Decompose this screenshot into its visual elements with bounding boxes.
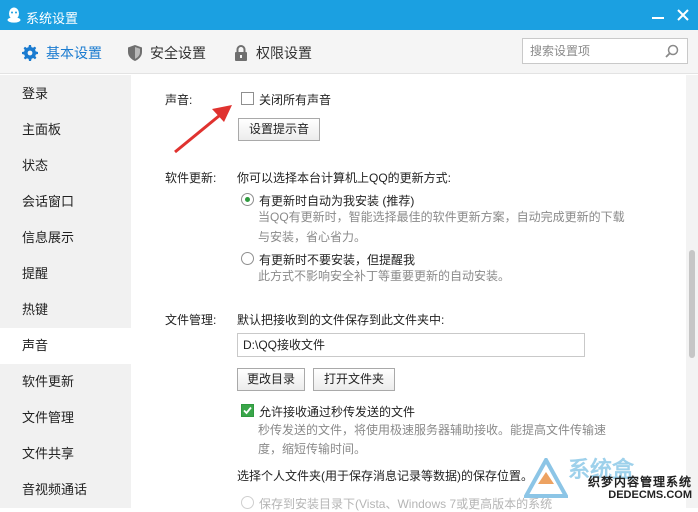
- auto-install-desc-1: 当QQ有更新时，智能选择最佳的软件更新方案，自动完成更新的下载: [258, 210, 625, 224]
- files-intro-text: 默认把接收到的文件保存到此文件夹中:: [237, 313, 445, 327]
- watermark: 系统盒 织梦内容管理系统 DEDECMS.COM: [522, 456, 698, 508]
- mute-all-label[interactable]: 关闭所有声音: [259, 91, 331, 108]
- close-icon[interactable]: [674, 5, 692, 25]
- sidebar-item-av-calls[interactable]: 音视频通话: [0, 472, 131, 508]
- sidebar-item-reminders[interactable]: 提醒: [0, 256, 131, 292]
- title-bar: 系统设置: [0, 0, 698, 30]
- settings-search-box[interactable]: [522, 38, 688, 64]
- sidebar-item-sound[interactable]: 声音: [0, 328, 131, 364]
- sidebar-item-file-management[interactable]: 文件管理: [0, 400, 131, 436]
- sidebar-item-info-display[interactable]: 信息展示: [0, 220, 131, 256]
- tab-label: 基本设置: [46, 45, 102, 61]
- tab-label: 安全设置: [150, 45, 206, 61]
- notify-only-radio[interactable]: [241, 252, 254, 265]
- shield-icon: [128, 45, 142, 61]
- update-section-label: 软件更新:: [165, 171, 217, 185]
- allow-fast-transfer-checkbox[interactable]: [241, 404, 254, 417]
- search-input[interactable]: [523, 39, 661, 63]
- settings-sidebar: 登录 主面板 状态 会话窗口 信息展示 提醒 热键 声音 软件更新 文件管理 文…: [0, 75, 131, 508]
- watermark-logo-icon: [524, 458, 568, 498]
- window-title: 系统设置: [26, 11, 79, 26]
- tab-label: 权限设置: [256, 45, 312, 61]
- content-scrollbar[interactable]: [686, 75, 698, 508]
- personal-folder-intro: 选择个人文件夹(用于保存消息记录等数据)的保存位置。: [237, 469, 533, 483]
- minimize-icon[interactable]: [651, 5, 665, 25]
- checkmark-icon: [243, 406, 252, 415]
- auto-install-radio[interactable]: [241, 193, 254, 206]
- allow-fast-transfer-label[interactable]: 允许接收通过秒传发送的文件: [259, 403, 415, 420]
- open-folder-button[interactable]: 打开文件夹: [313, 368, 395, 391]
- update-intro-text: 你可以选择本台计算机上QQ的更新方式:: [237, 171, 452, 185]
- search-icon[interactable]: [665, 44, 679, 58]
- watermark-cn-text: 织梦内容管理系统: [587, 475, 692, 489]
- gear-icon: [22, 45, 38, 61]
- fast-transfer-desc-1: 秒传发送的文件，将使用极速服务器辅助接收。能提高文件传输速: [258, 423, 607, 437]
- save-install-dir-radio[interactable]: [241, 496, 254, 509]
- sidebar-item-chat-window[interactable]: 会话窗口: [0, 184, 131, 220]
- scrollbar-thumb[interactable]: [689, 250, 695, 358]
- mute-all-checkbox[interactable]: [241, 92, 254, 105]
- sidebar-item-login[interactable]: 登录: [0, 76, 131, 112]
- settings-toolbar: 基本设置 安全设置 权限设置: [0, 30, 698, 74]
- lock-icon: [235, 45, 247, 61]
- auto-install-desc-2: 与安装，省心省力。: [258, 230, 367, 244]
- sidebar-item-main-panel[interactable]: 主面板: [0, 112, 131, 148]
- sidebar-item-software-update[interactable]: 软件更新: [0, 364, 131, 400]
- fast-transfer-desc-2: 度，缩短传输时间。: [258, 442, 367, 456]
- files-section-label: 文件管理:: [165, 313, 217, 327]
- watermark-en-text: DEDECMS.COM: [608, 489, 692, 501]
- receive-folder-field[interactable]: D:\QQ接收文件: [237, 333, 585, 357]
- sidebar-item-file-sharing[interactable]: 文件共享: [0, 436, 131, 472]
- sidebar-item-hotkeys[interactable]: 热键: [0, 292, 131, 328]
- notify-only-desc: 此方式不影响安全补丁等重要更新的自动安装。: [258, 269, 511, 283]
- tab-basic-settings[interactable]: 基本设置: [22, 43, 102, 63]
- set-tone-button[interactable]: 设置提示音: [238, 118, 320, 141]
- sidebar-item-status[interactable]: 状态: [0, 148, 131, 184]
- tab-security-settings[interactable]: 安全设置: [128, 43, 206, 63]
- tab-permission-settings[interactable]: 权限设置: [234, 43, 312, 63]
- qq-penguin-icon: [7, 7, 21, 23]
- change-directory-button[interactable]: 更改目录: [237, 368, 305, 391]
- save-install-dir-label[interactable]: 保存到安装目录下(Vista、Windows 7或更高版本的系统: [259, 495, 552, 512]
- red-arrow-annotation: [174, 105, 232, 154]
